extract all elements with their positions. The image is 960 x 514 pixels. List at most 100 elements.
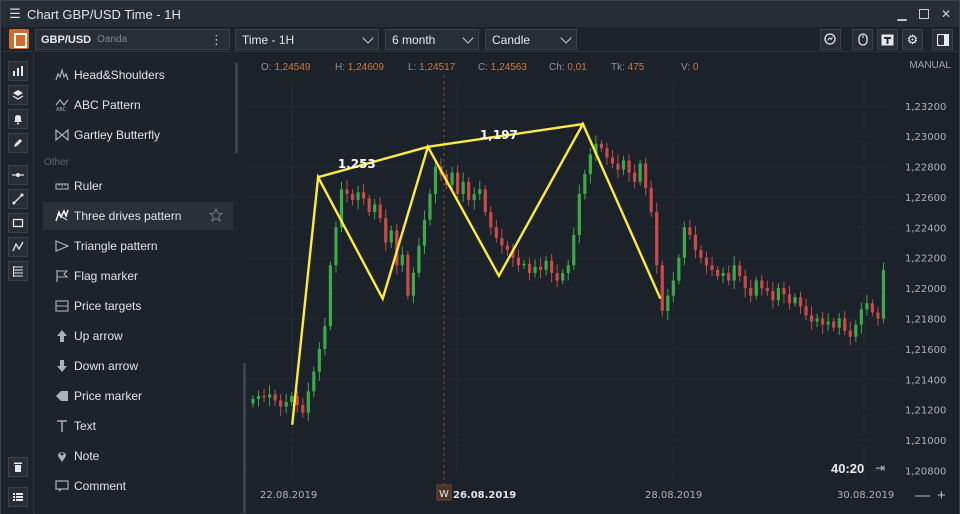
candle-body [312, 371, 316, 392]
ohlc-close: C: 1,24563 [478, 62, 527, 73]
candle-body [610, 157, 615, 164]
ohlc-high: H: 1,24609 [335, 62, 384, 73]
period-dropdown[interactable]: 6 month [385, 29, 479, 50]
layers-tool[interactable] [8, 85, 28, 105]
candle-body [826, 321, 830, 325]
tool-item-ruler[interactable]: Ruler [43, 172, 233, 200]
rectangle-tool[interactable] [8, 213, 28, 233]
restore-icon[interactable] [915, 5, 933, 23]
candle-body [384, 218, 388, 243]
star-icon[interactable] [209, 208, 223, 222]
tool-item-price-marker[interactable]: Price marker [43, 382, 233, 410]
pencil-tool[interactable] [8, 133, 28, 153]
tool-item-flag[interactable]: Flag marker [43, 262, 233, 290]
candle-body [356, 192, 360, 200]
chart-type-dropdown[interactable]: Candle [485, 29, 577, 50]
candle-body [538, 266, 543, 270]
chevron-down-icon [560, 32, 572, 44]
panel-scrollbar[interactable] [235, 63, 238, 153]
tool-item-head-shoulders[interactable]: Head&Shoulders [43, 61, 233, 89]
candle-body [754, 280, 758, 296]
tool-item-label: Triangle pattern [74, 239, 158, 253]
tool-item-gartley[interactable]: Gartley Butterfly [43, 121, 233, 149]
candle-body [516, 257, 521, 266]
menu-icon[interactable]: ☰ [5, 6, 25, 22]
candle-body [798, 297, 803, 307]
three-drives-icon [51, 208, 73, 224]
y-tick-label: 1,22200 [905, 254, 946, 265]
timeframe-dropdown[interactable]: Time - 1H [235, 29, 379, 50]
zoom-in-icon[interactable]: + [937, 487, 946, 504]
object-list-tool[interactable] [8, 487, 28, 507]
tool-item-three-drives[interactable]: Three drives pattern [43, 202, 233, 230]
tool-item-label: Flag marker [74, 269, 139, 283]
tool-item-label: ABC Pattern [74, 98, 141, 112]
candle-body [267, 394, 272, 398]
candle-body [306, 391, 310, 413]
candle-body [876, 312, 880, 319]
down-arrow-icon [51, 358, 73, 374]
candle-body [317, 348, 321, 372]
candle-body [776, 288, 780, 301]
mouse-mode-button[interactable] [852, 29, 873, 50]
candle-body [671, 280, 675, 296]
tool-item-note[interactable]: Note [43, 442, 233, 470]
chevron-down-icon [362, 32, 374, 44]
candle-body [362, 192, 366, 199]
indicators-tool[interactable] [8, 61, 28, 81]
tool-item-comment[interactable]: Comment [43, 472, 233, 500]
scale-mode[interactable]: MANUAL [909, 60, 951, 71]
candle-body [881, 269, 886, 319]
minimize-icon[interactable]: ▁ [893, 5, 911, 23]
chart-canvas[interactable]: 1,23200 1,23000 1,22800 1,22600 1,22400 1,222… [243, 53, 959, 514]
alerts-tool[interactable] [8, 109, 28, 129]
gear-icon: ⚙ [906, 31, 919, 47]
tool-item-down-arrow[interactable]: Down arrow [43, 352, 233, 380]
close-icon[interactable]: ✕ [937, 5, 955, 23]
indicator-search-button[interactable] [820, 29, 841, 50]
symbol-selector[interactable]: GBP/USD Oanda ⋮ [35, 29, 230, 50]
x-tick-label: 26.08.2019 [453, 490, 516, 501]
list-icon [13, 493, 23, 501]
delete-tool[interactable] [8, 457, 28, 477]
layers-icon [12, 90, 24, 100]
pattern-icon [12, 241, 24, 252]
candle-body [771, 291, 775, 301]
candle-body [251, 399, 255, 404]
candle-body [527, 263, 532, 273]
candle-body [760, 280, 764, 289]
ohlc-low: L: 1,24517 [408, 62, 456, 73]
panel-toggle-button[interactable] [932, 29, 953, 50]
app-logo-icon[interactable] [9, 29, 29, 49]
tool-item-up-arrow[interactable]: Up arrow [43, 322, 233, 350]
candle-body [854, 324, 858, 337]
pattern-ratio-label: 1,197 [480, 128, 518, 142]
template-button[interactable] [877, 29, 898, 50]
y-tick-label: 1,21200 [905, 406, 946, 417]
candle-body [467, 181, 471, 200]
candle-body [666, 295, 670, 311]
scroll-to-end-icon[interactable]: ⇥ [875, 461, 885, 475]
week-marker-label: W [439, 489, 449, 500]
candle-body [284, 402, 288, 407]
candle-body [550, 260, 554, 273]
chart-scrollbar [243, 363, 246, 513]
settings-button[interactable]: ⚙ [902, 29, 923, 50]
candle-body [627, 160, 631, 173]
ohlc-open: O: 1,24549 [261, 62, 311, 73]
tool-item-price-targets[interactable]: Price targets [43, 292, 233, 320]
tool-item-text[interactable]: Text [43, 412, 233, 440]
horizontal-line-tool[interactable] [8, 165, 28, 185]
zoom-out-icon[interactable]: — [915, 487, 930, 504]
fibonacci-tool[interactable] [8, 261, 28, 281]
price-chart[interactable]: 1,23200 1,23000 1,22800 1,22600 1,22400 1,222… [243, 53, 959, 514]
candle-body [373, 204, 377, 213]
candle-body [660, 265, 664, 311]
trend-line-tool[interactable] [8, 189, 28, 209]
tool-item-abc-pattern[interactable]: ABC ABC Pattern [43, 91, 233, 119]
toolbar: GBP/USD Oanda ⋮ Time - 1H 6 month Candle… [1, 27, 959, 52]
pattern-tool[interactable] [8, 237, 28, 257]
candle-body [749, 288, 753, 296]
more-icon[interactable]: ⋮ [210, 32, 223, 48]
tool-item-triangle[interactable]: Triangle pattern [43, 232, 233, 260]
